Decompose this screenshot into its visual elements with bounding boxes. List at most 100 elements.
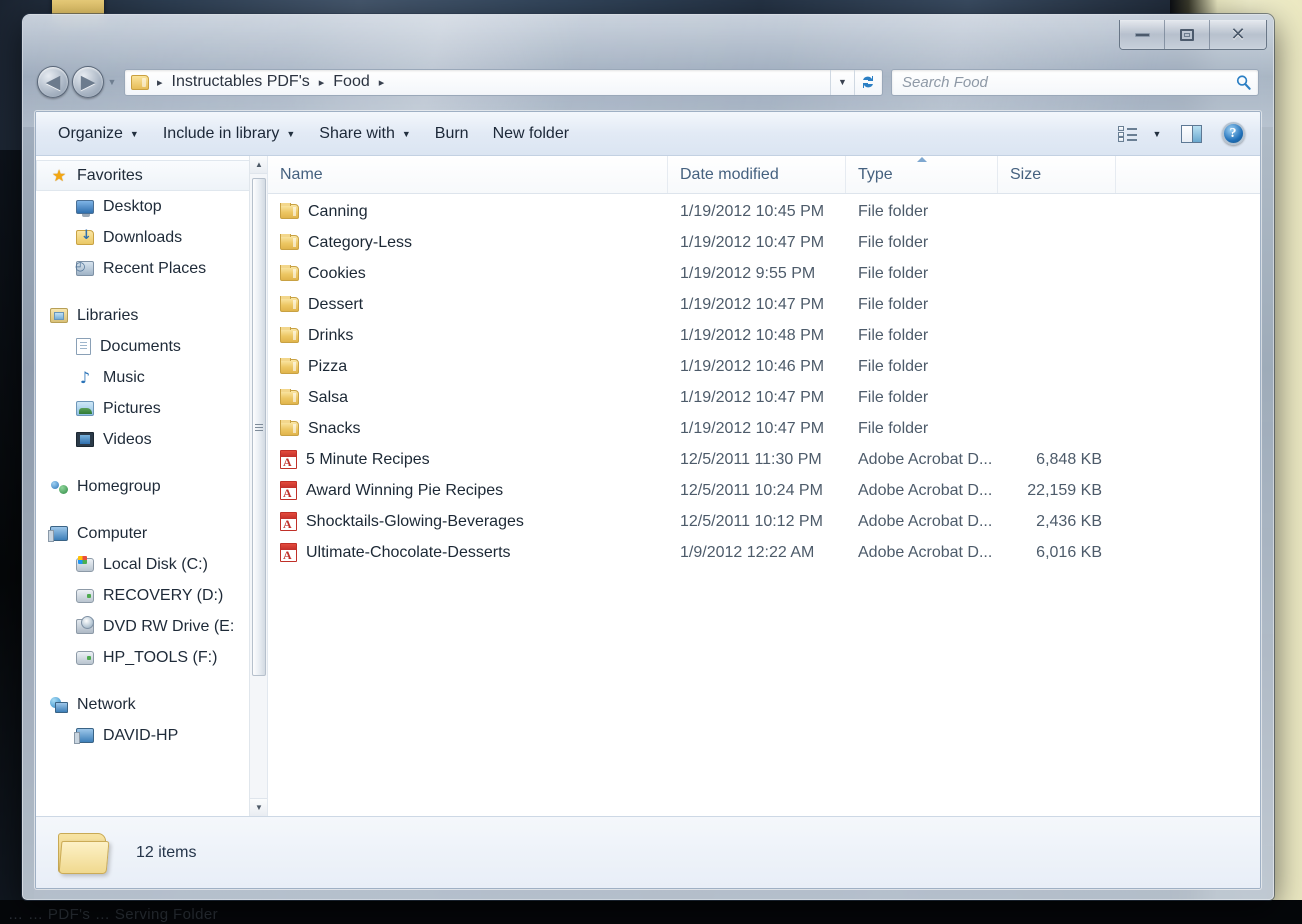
preview-pane-button[interactable]	[1170, 119, 1212, 149]
sidebar-item-libraries[interactable]: Libraries	[36, 300, 267, 331]
sidebar-item-music[interactable]: ♪ Music	[36, 362, 267, 393]
sidebar-label: DVD RW Drive (E:	[103, 618, 234, 636]
sidebar-item-recovery-d[interactable]: RECOVERY (D:)	[36, 580, 267, 611]
sidebar-item-hp-tools-f[interactable]: HP_TOOLS (F:)	[36, 642, 267, 673]
sidebar-item-favorites[interactable]: ★ Favorites	[36, 160, 267, 191]
column-header-date-modified[interactable]: Date modified	[668, 156, 846, 193]
file-name-cell: Drinks	[268, 327, 668, 345]
network-icon	[50, 697, 68, 713]
sidebar-item-local-disk-c[interactable]: Local Disk (C:)	[36, 549, 267, 580]
chevron-down-icon: ▼	[1153, 129, 1162, 139]
table-row[interactable]: Dessert1/19/2012 10:47 PMFile folder	[268, 289, 1260, 320]
file-name-label: Ultimate-Chocolate-Desserts	[306, 544, 511, 562]
table-row[interactable]: 5 Minute Recipes12/5/2011 11:30 PMAdobe …	[268, 444, 1260, 475]
forward-button[interactable]: ▶	[72, 66, 104, 98]
search-icon	[1235, 74, 1252, 91]
sidebar-gap	[36, 502, 267, 518]
view-dropdown-button[interactable]: ▼	[1144, 119, 1170, 149]
folder-icon	[280, 359, 299, 374]
table-row[interactable]: Shocktails-Glowing-Beverages12/5/2011 10…	[268, 506, 1260, 537]
refresh-icon	[860, 74, 876, 90]
back-button[interactable]: ◀	[37, 66, 69, 98]
table-row[interactable]: Award Winning Pie Recipes12/5/2011 10:24…	[268, 475, 1260, 506]
include-in-library-button[interactable]: Include in library ▼	[151, 120, 307, 148]
search-input[interactable]: Search Food	[902, 74, 1235, 91]
address-dropdown-button[interactable]: ▼	[830, 70, 854, 95]
sidebar-item-desktop[interactable]: Desktop	[36, 191, 267, 222]
column-header-name[interactable]: Name	[268, 156, 668, 193]
help-button[interactable]: ?	[1212, 119, 1254, 149]
sidebar-item-videos[interactable]: Videos	[36, 424, 267, 455]
new-folder-button[interactable]: New folder	[481, 120, 581, 148]
burn-button[interactable]: Burn	[423, 120, 481, 148]
sidebar-scrollbar[interactable]: ▲ ▼	[249, 156, 267, 816]
table-row[interactable]: Canning1/19/2012 10:45 PMFile folder	[268, 196, 1260, 227]
sidebar-label: Desktop	[103, 198, 162, 216]
file-size-cell: 2,436 KB	[998, 513, 1116, 531]
column-header-size[interactable]: Size	[998, 156, 1116, 193]
breadcrumb-item-food[interactable]: Food	[330, 72, 372, 92]
organize-button[interactable]: Organize ▼	[46, 120, 151, 148]
address-bar-row: ◀ ▶ ▼ ▸ Instructables PDF's ▸ Food ▸ ▼	[37, 65, 1259, 99]
sidebar-item-pictures[interactable]: Pictures	[36, 393, 267, 424]
file-name-label: Canning	[308, 203, 368, 221]
search-box[interactable]: Search Food	[891, 69, 1259, 96]
computer-icon	[50, 526, 68, 541]
scroll-up-button[interactable]: ▲	[250, 156, 268, 174]
chevron-down-icon: ▼	[255, 803, 263, 812]
address-bar[interactable]: ▸ Instructables PDF's ▸ Food ▸ ▼	[124, 69, 883, 96]
pdf-icon	[280, 450, 297, 469]
pdf-icon	[280, 481, 297, 500]
breadcrumb-separator-icon[interactable]: ▸	[373, 76, 391, 89]
sidebar-item-dvd-drive-e[interactable]: DVD RW Drive (E:	[36, 611, 267, 642]
minimize-button[interactable]	[1120, 20, 1165, 49]
close-button[interactable]: ✕	[1210, 20, 1266, 49]
sidebar-item-computer[interactable]: Computer	[36, 518, 267, 549]
file-name-cell: Award Winning Pie Recipes	[268, 481, 668, 500]
chevron-down-icon: ▼	[838, 77, 847, 87]
maximize-button[interactable]	[1165, 20, 1210, 49]
table-row[interactable]: Cookies1/19/2012 9:55 PMFile folder	[268, 258, 1260, 289]
help-icon: ?	[1222, 122, 1245, 145]
organize-label: Organize	[58, 125, 123, 143]
file-name-label: Salsa	[308, 389, 348, 407]
scrollbar-thumb[interactable]	[252, 178, 266, 676]
sidebar-item-recent-places[interactable]: Recent Places	[36, 253, 267, 284]
table-row[interactable]: Pizza1/19/2012 10:46 PMFile folder	[268, 351, 1260, 382]
table-row[interactable]: Ultimate-Chocolate-Desserts 1/9/2012 12:2…	[268, 537, 1260, 568]
table-row[interactable]: Category-Less1/19/2012 10:47 PMFile fold…	[268, 227, 1260, 258]
window-controls: ✕	[1119, 20, 1267, 50]
sidebar-label: Computer	[77, 525, 147, 543]
share-with-button[interactable]: Share with ▼	[307, 120, 423, 148]
table-row[interactable]: Salsa1/19/2012 10:47 PMFile folder	[268, 382, 1260, 413]
table-row[interactable]: Drinks1/19/2012 10:48 PMFile folder	[268, 320, 1260, 351]
file-type-cell: File folder	[846, 203, 998, 221]
chevron-down-icon: ▼	[286, 129, 295, 139]
file-name-label: Award Winning Pie Recipes	[306, 482, 503, 500]
sidebar-item-network[interactable]: Network	[36, 689, 267, 720]
sidebar-item-homegroup[interactable]: Homegroup	[36, 471, 267, 502]
sidebar-item-documents[interactable]: Documents	[36, 331, 267, 362]
file-type-cell: File folder	[846, 358, 998, 376]
file-date-cell: 1/9/2012 12:22 AM	[668, 544, 846, 562]
change-view-button[interactable]	[1110, 119, 1144, 149]
refresh-button[interactable]	[854, 70, 880, 95]
disk-icon	[76, 589, 94, 603]
sidebar-item-downloads[interactable]: Downloads	[36, 222, 267, 253]
file-date-cell: 1/19/2012 10:47 PM	[668, 296, 846, 314]
column-header-type[interactable]: Type	[846, 156, 998, 193]
scroll-down-button[interactable]: ▼	[250, 798, 268, 816]
file-size-cell: 6,016 KB	[998, 544, 1116, 562]
sidebar-gap	[36, 455, 267, 471]
sidebar-item-david-hp[interactable]: DAVID-HP	[36, 720, 267, 751]
breadcrumb-item-instructables[interactable]: Instructables PDF's	[169, 72, 313, 92]
video-icon	[76, 432, 94, 447]
file-name-cell: Pizza	[268, 358, 668, 376]
picture-icon	[76, 401, 94, 416]
recent-locations-button[interactable]: ▼	[104, 77, 120, 87]
file-size-cell: 22,159 KB	[998, 482, 1116, 500]
file-name-label: Drinks	[308, 327, 353, 345]
table-row[interactable]: Snacks1/19/2012 10:47 PMFile folder	[268, 413, 1260, 444]
navigation-list: ★ Favorites Desktop Downloads Recent Pla…	[36, 156, 267, 751]
status-folder-icon	[58, 831, 112, 875]
